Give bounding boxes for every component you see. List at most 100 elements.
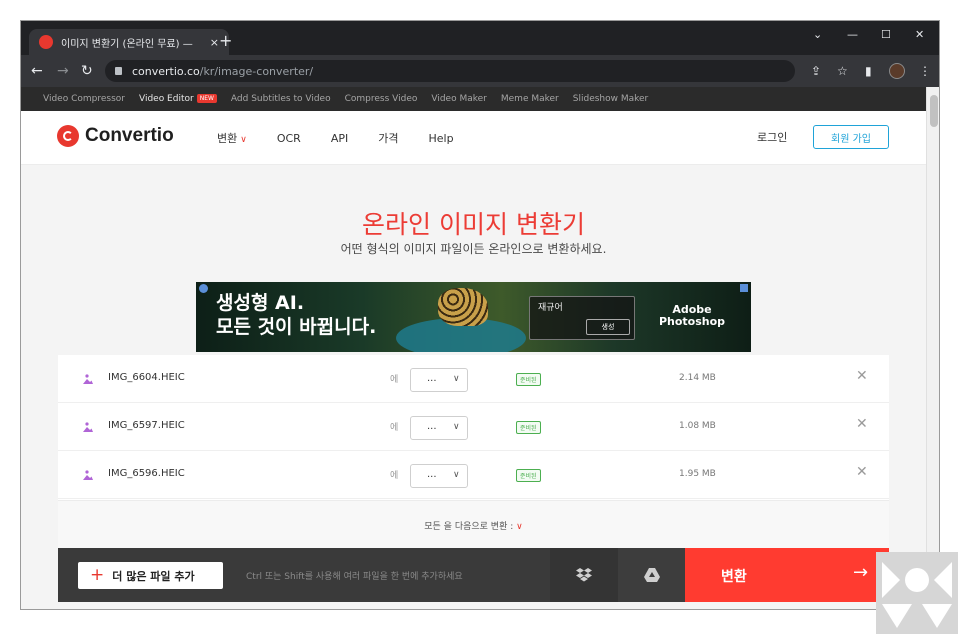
- chevron-down-icon: ∨: [240, 135, 247, 145]
- ad-generate-button[interactable]: 생성: [586, 319, 630, 335]
- back-icon[interactable]: ←: [31, 61, 43, 81]
- promo-video-editor[interactable]: Video Editor NEW: [139, 94, 217, 104]
- status-badge: 준비된: [516, 373, 541, 386]
- file-to-label: 에: [390, 375, 399, 385]
- nav-ocr[interactable]: OCR: [277, 132, 301, 145]
- promo-add-subtitles[interactable]: Add Subtitles to Video: [231, 94, 331, 104]
- nav-help[interactable]: Help: [428, 132, 453, 145]
- new-tab-button[interactable]: +: [219, 31, 232, 51]
- file-name: IMG_6604.HEIC: [108, 372, 185, 383]
- file-size: 2.14 MB: [679, 373, 716, 383]
- main-nav: 변환 ∨ OCR API 가격 Help: [217, 111, 484, 165]
- action-bar: + 더 많은 파일 추가 Ctrl 또는 Shift를 사용해 여러 파일을 한…: [58, 548, 889, 602]
- ad-jaguar-image: [438, 288, 488, 326]
- promo-video-maker[interactable]: Video Maker: [431, 94, 487, 104]
- ad-prompt-label: 재규어: [538, 303, 563, 313]
- share-icon[interactable]: ⇪: [811, 63, 821, 79]
- menu-kebab-icon[interactable]: ⋮: [919, 63, 931, 79]
- ad-info-icon[interactable]: [199, 284, 208, 293]
- convert-all-selector[interactable]: 모든 을 다음으로 변환 : ∨: [58, 519, 889, 532]
- ad-headline-2: 모든 것이 바뀝니다.: [216, 316, 377, 338]
- minimize-button[interactable]: —: [847, 28, 858, 41]
- convert-all-row: 모든 을 다음으로 변환 : ∨: [58, 500, 889, 548]
- multi-select-hint: Ctrl 또는 Shift를 사용해 여러 파일을 한 번에 추가하세요: [246, 572, 463, 582]
- google-drive-icon: [643, 568, 660, 582]
- scrollbar-thumb[interactable]: [930, 95, 938, 127]
- tab-search-chevron-icon[interactable]: ⌄: [813, 28, 822, 41]
- ad-close-icon[interactable]: [740, 284, 748, 292]
- file-row: IMG_6597.HEIC 에 ... ∨ 준비된 1.08 MB ✕: [58, 403, 889, 451]
- address-bar: ← → ↻ convertio.co/kr/image-converter/ ⇪…: [21, 55, 939, 87]
- chevron-down-icon: ∨: [453, 470, 460, 480]
- browser-tab[interactable]: 이미지 변환기 (온라인 무료) — ×: [29, 29, 229, 55]
- ad-headline-1: 생성형 AI.: [216, 292, 305, 314]
- dropbox-button[interactable]: [550, 548, 618, 602]
- file-list: IMG_6604.HEIC 에 ... ∨ 준비된 2.14 MB ✕ IMG_…: [58, 355, 889, 500]
- arrow-right-icon: →: [853, 562, 869, 583]
- close-icon[interactable]: ✕: [856, 416, 868, 432]
- maximize-button[interactable]: ☐: [881, 28, 891, 41]
- file-name: IMG_6596.HEIC: [108, 468, 185, 479]
- side-panel-icon[interactable]: ▮: [865, 63, 872, 79]
- image-file-icon: [83, 470, 93, 480]
- plus-icon: +: [90, 565, 105, 585]
- format-select-value: ...: [427, 373, 437, 384]
- tab-close-icon[interactable]: ×: [210, 36, 219, 49]
- convertio-logo[interactable]: Convertio: [57, 125, 174, 147]
- chevron-down-icon: ∨: [453, 374, 460, 384]
- promo-compress-video[interactable]: Compress Video: [345, 94, 418, 104]
- nav-convert[interactable]: 변환 ∨: [217, 130, 247, 146]
- promo-slideshow-maker[interactable]: Slideshow Maker: [573, 94, 649, 104]
- bookmark-star-icon[interactable]: ☆: [837, 63, 848, 79]
- format-select-value: ...: [427, 469, 437, 480]
- tab-title: 이미지 변환기 (온라인 무료) —: [61, 38, 193, 50]
- watermark-logo: [876, 552, 958, 634]
- file-row: IMG_6596.HEIC 에 ... ∨ 준비된 1.95 MB ✕: [58, 451, 889, 499]
- close-window-button[interactable]: ✕: [915, 28, 924, 41]
- logo-text: Convertio: [85, 125, 174, 146]
- ad-banner[interactable]: 생성형 AI. 모든 것이 바뀝니다. 재규어 생성 Adobe Photosh…: [196, 282, 751, 352]
- promo-meme-maker[interactable]: Meme Maker: [501, 94, 559, 104]
- ad-brand-line-2: Photoshop: [658, 315, 726, 328]
- promo-video-compressor[interactable]: Video Compressor: [43, 94, 125, 104]
- title-bar: 이미지 변환기 (온라인 무료) — × + ⌄ — ☐ ✕: [21, 21, 939, 55]
- file-size: 1.95 MB: [679, 469, 716, 479]
- ad-brand: Adobe Photoshop: [651, 304, 733, 328]
- login-link[interactable]: 로그인: [757, 129, 787, 145]
- url-path: /kr/image-converter/: [199, 64, 314, 78]
- nav-pricing[interactable]: 가격: [378, 130, 398, 146]
- file-to-label: 에: [390, 471, 399, 481]
- page-scrollbar[interactable]: [926, 87, 939, 609]
- url-host: convertio.co: [132, 64, 200, 78]
- add-more-files-label: 더 많은 파일 추가: [112, 569, 195, 583]
- close-icon[interactable]: ✕: [856, 368, 868, 384]
- format-select-value: ...: [427, 421, 437, 432]
- file-to-label: 에: [390, 423, 399, 433]
- convertio-logo-icon: [57, 125, 79, 147]
- format-select[interactable]: ... ∨: [410, 464, 468, 488]
- url-input[interactable]: convertio.co/kr/image-converter/: [105, 60, 795, 82]
- ad-prompt-box: 재규어 생성: [529, 296, 635, 340]
- close-icon[interactable]: ✕: [856, 464, 868, 480]
- browser-window: 이미지 변환기 (온라인 무료) — × + ⌄ — ☐ ✕ ← → ↻ con…: [20, 20, 940, 610]
- add-more-files-button[interactable]: + 더 많은 파일 추가: [78, 562, 223, 589]
- chevron-down-icon: ∨: [453, 422, 460, 432]
- page-subtitle: 어떤 형식의 이미지 파일이든 온라인으로 변환하세요.: [340, 242, 607, 256]
- nav-api[interactable]: API: [331, 132, 348, 145]
- format-select[interactable]: ... ∨: [410, 368, 468, 392]
- ad-generate-label: 생성: [601, 323, 615, 331]
- convert-button-label: 변환: [721, 569, 747, 585]
- status-badge: 준비된: [516, 421, 541, 434]
- format-select[interactable]: ... ∨: [410, 416, 468, 440]
- file-size: 1.08 MB: [679, 421, 716, 431]
- convert-button[interactable]: 변환 →: [685, 548, 889, 602]
- reload-icon[interactable]: ↻: [81, 61, 93, 81]
- site-header: Convertio 변환 ∨ OCR API 가격 Help 로그인 회원 가입: [21, 111, 926, 165]
- signup-button[interactable]: 회원 가입: [813, 125, 889, 149]
- google-drive-button[interactable]: [618, 548, 685, 602]
- screenshot: 이미지 변환기 (온라인 무료) — × + ⌄ — ☐ ✕ ← → ↻ con…: [0, 0, 966, 642]
- nav-convert-label: 변환: [217, 132, 238, 145]
- file-row: IMG_6604.HEIC 에 ... ∨ 준비된 2.14 MB ✕: [58, 355, 889, 403]
- forward-icon[interactable]: →: [57, 61, 69, 81]
- profile-avatar[interactable]: [889, 63, 905, 79]
